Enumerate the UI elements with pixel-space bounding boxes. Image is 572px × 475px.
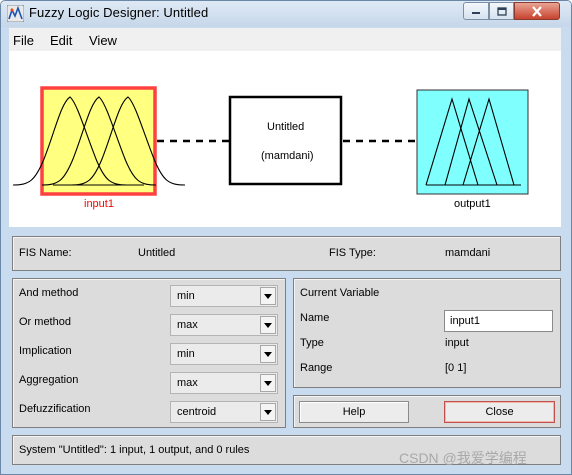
dropdown-arrow-icon (260, 403, 276, 421)
defuzzification-dropdown[interactable]: centroid (170, 401, 278, 423)
current-variable-panel: Current Variable Name input1 Type input … (293, 278, 561, 388)
dropdown-arrow-icon (260, 316, 276, 334)
fis-name-value: Untitled (138, 247, 176, 259)
maximize-button[interactable] (489, 2, 514, 20)
defuzzification-value: centroid (177, 406, 217, 418)
aggregation-value: max (177, 377, 198, 389)
variable-type-value: input (445, 337, 469, 349)
fis-type-label: FIS Type: (329, 247, 376, 259)
fis-info-panel: FIS Name: Untitled FIS Type: mamdani (12, 236, 561, 271)
implication-label: Implication (19, 345, 72, 357)
system-name-label: Untitled (267, 121, 305, 133)
and-method-label: And method (19, 287, 79, 299)
or-method-value: max (177, 319, 198, 331)
window-title: Fuzzy Logic Designer: Untitled (29, 5, 209, 20)
and-method-dropdown[interactable]: min (170, 285, 278, 307)
variable-name-label: Name (300, 312, 330, 324)
close-button[interactable]: Close (444, 401, 555, 423)
menu-bar: File Edit View (9, 28, 561, 51)
variable-range-value: [0 1] (445, 362, 467, 374)
output-variable-block[interactable] (416, 89, 529, 195)
menu-view[interactable]: View (89, 33, 117, 48)
variable-type-label: Type (300, 337, 324, 349)
aggregation-dropdown[interactable]: max (170, 372, 278, 394)
fis-name-label: FIS Name: (19, 247, 72, 259)
or-method-dropdown[interactable]: max (170, 314, 278, 336)
dropdown-arrow-icon (260, 345, 276, 363)
variable-name-field[interactable]: input1 (444, 310, 553, 332)
variable-name-value: input1 (450, 315, 480, 327)
implication-dropdown[interactable]: min (170, 343, 278, 365)
input-membership-box[interactable] (40, 86, 157, 196)
buttons-panel: Help Close (293, 395, 561, 428)
and-method-value: min (177, 290, 195, 302)
output-variable-label: output1 (454, 198, 491, 210)
system-type-label: (mamdani) (261, 150, 314, 162)
implication-value: min (177, 348, 195, 360)
menu-file[interactable]: File (13, 33, 34, 48)
watermark: CSDN @我爱学编程 (399, 450, 527, 466)
methods-panel: And method min Or method max Implication… (12, 278, 286, 428)
fis-system-block[interactable] (228, 95, 343, 186)
maximize-icon (496, 6, 507, 16)
help-button[interactable]: Help (299, 401, 409, 423)
defuzzification-label: Defuzzification (19, 403, 91, 415)
title-bar[interactable]: Fuzzy Logic Designer: Untitled (1, 1, 571, 27)
minimize-button[interactable] (463, 2, 489, 20)
close-window-button[interactable] (514, 2, 560, 20)
fis-type-value: mamdani (445, 247, 491, 259)
current-variable-title: Current Variable (300, 287, 380, 299)
input-variable-label: input1 (84, 198, 114, 210)
matlab-app-icon (7, 5, 24, 22)
variable-range-label: Range (300, 362, 333, 374)
close-icon (532, 5, 542, 17)
fuzzy-logic-designer-window: Fuzzy Logic Designer: Untitled File Edit… (0, 0, 572, 475)
menu-edit[interactable]: Edit (50, 33, 72, 48)
dropdown-arrow-icon (260, 287, 276, 305)
minimize-icon (472, 12, 480, 14)
output-membership-box[interactable] (416, 89, 529, 195)
status-text: System "Untitled": 1 input, 1 output, an… (19, 444, 250, 456)
or-method-label: Or method (19, 316, 71, 328)
fis-diagram: input1 Untitled (mamdani) output1 (9, 51, 561, 227)
dropdown-arrow-icon (260, 374, 276, 392)
aggregation-label: Aggregation (19, 374, 79, 386)
